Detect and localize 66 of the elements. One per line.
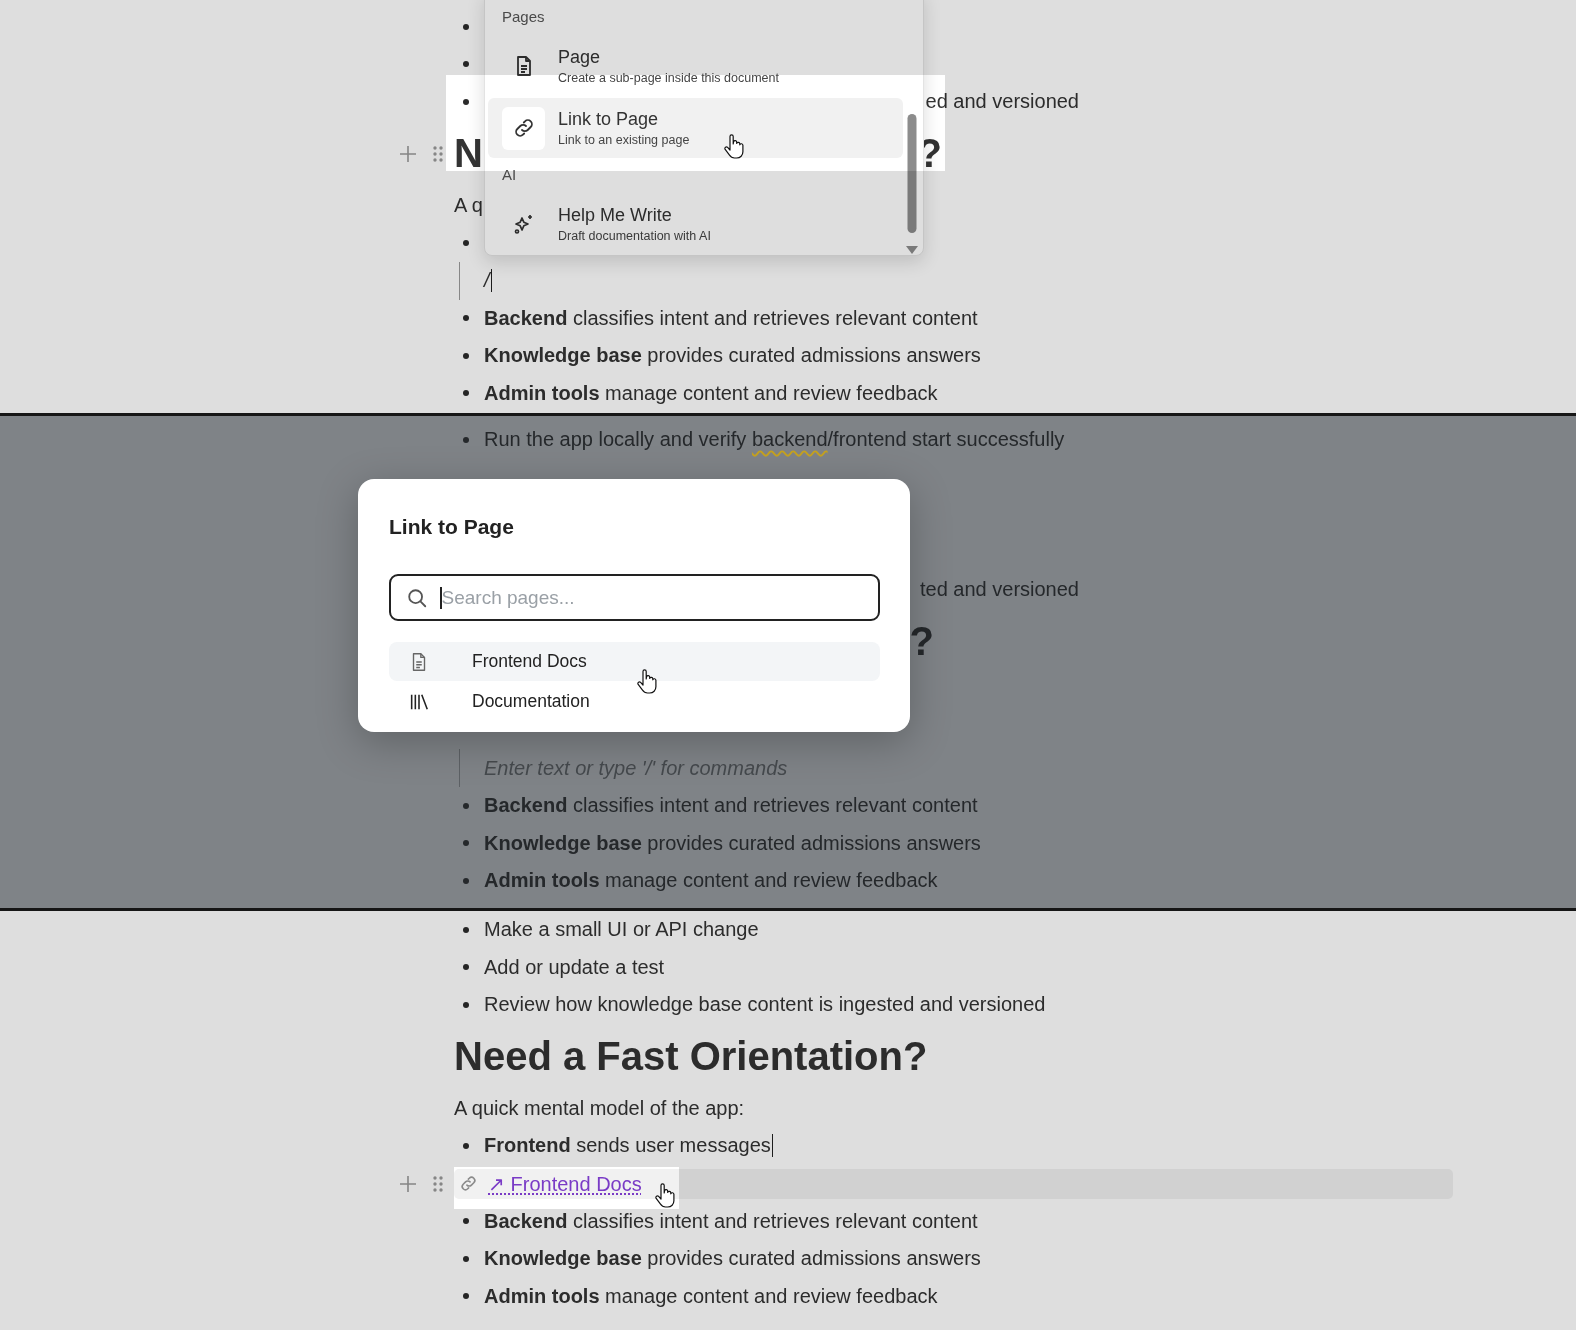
menu-section-label: Pages (501, 7, 546, 27)
bullet-dot (463, 1293, 469, 1300)
dialog-title: Link to Page (389, 514, 515, 540)
menu-item-title: Link to Page (558, 109, 660, 130)
list-item-text: Frontend sends user messages (484, 1134, 771, 1158)
menu-item[interactable]: Page Create a sub-page inside this document (488, 36, 903, 96)
bullet-dot (463, 1255, 469, 1262)
list-item-text: Backend classifies intent and retrieves relevant content (484, 306, 978, 330)
bullet-dot (463, 840, 469, 847)
bullet-dot (463, 315, 469, 322)
menu-item-description: Draft documentation with AI (558, 229, 711, 243)
menu-item-title: Help Me Write (558, 205, 673, 226)
list-item-text: Knowledge base provides curated admissions answers (484, 1247, 981, 1271)
page-link[interactable]: ↗ Frontend Docs (488, 1171, 642, 1196)
list-item-text: Admin tools manage content and review feedback (484, 869, 938, 893)
bullet-dot (463, 23, 469, 30)
heading: N (454, 131, 483, 176)
bullet-dot (463, 1001, 469, 1008)
hand-cursor-icon (723, 134, 745, 160)
list-item-text: Knowledge base provides curated admissions answers (484, 344, 981, 368)
menu-item-title: Page (558, 47, 602, 68)
slash-command-text[interactable]: / (484, 269, 490, 292)
bullet-dot (463, 436, 469, 443)
menu-item-description: Link to an existing page (558, 133, 690, 147)
menu-item-description: Create a sub-page inside this document (558, 71, 779, 85)
bullet-dot (463, 802, 469, 809)
list-item-text: Admin tools manage content and review feedback (484, 1284, 938, 1308)
hand-cursor-icon (636, 669, 658, 695)
drag-handle-icon[interactable] (433, 1174, 443, 1193)
list-item-text: Run the app locally and verify backend/frontend start successfully (484, 428, 1065, 452)
link-icon (459, 1174, 478, 1193)
list-item-text: ed and versioned (925, 90, 1079, 114)
bullet-dot (463, 1218, 469, 1225)
list-item-text: Backend classifies intent and retrieves relevant content (484, 1209, 978, 1233)
bullet-dot (463, 1142, 469, 1149)
plus-icon[interactable] (399, 1174, 417, 1193)
bullet-dot (463, 98, 469, 105)
search-input[interactable]: Search pages... (441, 586, 862, 609)
paragraph: A quick mental model of the app: (454, 1096, 745, 1120)
list-item-text: Knowledge base provides curated admissions answers (484, 831, 981, 855)
paragraph: A q (454, 193, 483, 217)
list-item-text: ted and versioned (920, 578, 1079, 602)
list-item-text: Admin tools manage content and review feedback (484, 381, 938, 405)
heading: ? (909, 619, 934, 664)
bullet-dot (463, 390, 469, 397)
bullet-dot (463, 964, 469, 971)
bullet-dot (463, 239, 469, 246)
page-result[interactable]: Documentation (389, 682, 880, 721)
search-icon (406, 586, 428, 609)
menu-section-label: AI (501, 165, 518, 185)
search-field[interactable]: Search pages... (389, 574, 880, 621)
list-item-text: Make a small UI or API change (484, 918, 759, 942)
drag-handle-icon[interactable] (433, 144, 443, 163)
page-result[interactable]: Frontend Docs (389, 642, 880, 681)
bullet-dot (463, 877, 469, 884)
hand-cursor-icon (654, 1183, 676, 1209)
list-item-text: Review how knowledge base content is ingested and versioned (484, 993, 1046, 1017)
bullet-dot (463, 926, 469, 933)
heading: Need a Fast Orientation? (454, 1034, 928, 1079)
list-item-text: Add or update a test (484, 955, 665, 979)
bullet-dot (463, 352, 469, 359)
menu-item[interactable]: Link to Page Link to an existing page (488, 98, 903, 158)
menu-item[interactable]: Help Me Write Draft documentation with AI (488, 194, 903, 254)
bullet-dot (463, 61, 469, 68)
list-item-text: Backend classifies intent and retrieves relevant content (484, 794, 978, 818)
plus-icon[interactable] (399, 144, 417, 163)
